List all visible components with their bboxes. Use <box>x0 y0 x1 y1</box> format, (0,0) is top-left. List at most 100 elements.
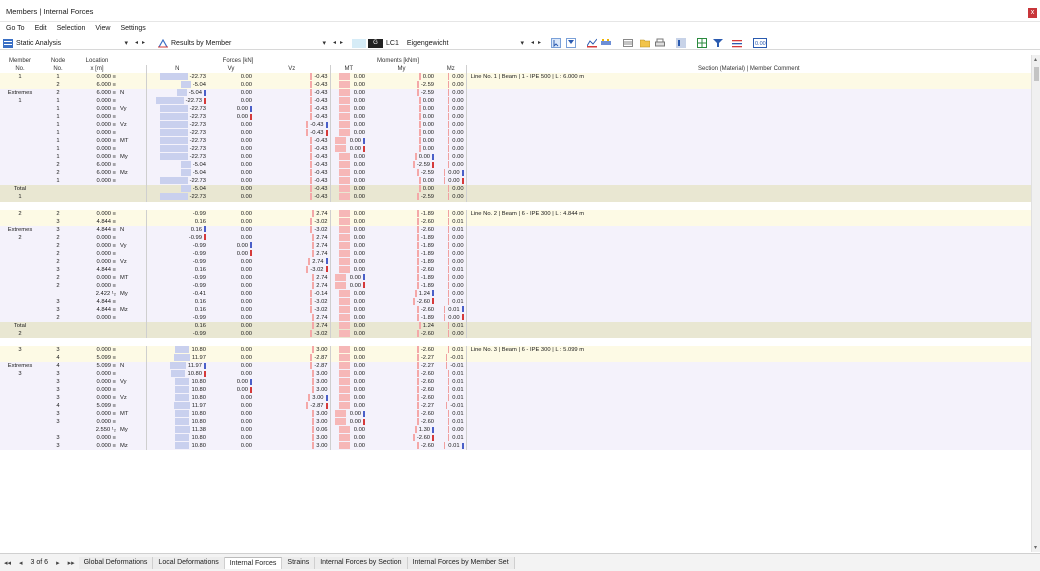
node-no-cell[interactable]: 1 <box>40 73 76 82</box>
node-no-cell[interactable]: 1 <box>40 105 76 114</box>
my-cell[interactable]: 0.00 <box>367 105 437 114</box>
scroll-thumb[interactable] <box>1034 67 1039 81</box>
table-row[interactable]: 4 5.099 ≡ 11.97 0.00 -2.87 0.00 -2.27 -0.01 <box>0 354 1031 363</box>
member-no-cell[interactable]: Total <box>0 321 40 330</box>
mz-cell[interactable]: 0.01 <box>436 418 467 427</box>
n-cell[interactable]: 11.38 <box>145 426 208 435</box>
mz-cell[interactable]: 0.00 <box>436 273 467 282</box>
vy-cell[interactable]: 0.00 <box>208 394 254 403</box>
table-row[interactable]: 1 0.000 ≡ Vz -22.73 0.00 -0.43 0.00 0.00 0.00 <box>0 121 1031 130</box>
member-no-cell[interactable] <box>0 305 40 314</box>
node-no-cell[interactable]: 3 <box>40 370 76 379</box>
table-row[interactable]: 2.422 ¹₂ My -0.41 0.00 -0.14 0.00 1.24 0.00 <box>0 289 1031 298</box>
comment-cell[interactable] <box>465 265 1031 274</box>
location-cell[interactable]: 4.844 ≡ <box>76 225 118 234</box>
location-cell[interactable]: 0.000 ≡ <box>76 209 118 218</box>
mz-cell[interactable]: 0.01 <box>436 217 467 226</box>
mt-cell[interactable]: 0.00 <box>329 193 368 202</box>
vz-cell[interactable]: -3.02 <box>254 217 331 226</box>
comment-cell[interactable] <box>465 129 1031 138</box>
header-vz[interactable]: Vz <box>254 65 331 73</box>
node-no-cell[interactable]: 3 <box>40 434 76 443</box>
location-cell[interactable]: 0.000 ≡ <box>76 394 118 403</box>
n-cell[interactable]: 0.16 <box>145 217 208 226</box>
grid-settings-icon[interactable] <box>697 38 707 48</box>
next-analysis-button[interactable]: ▸ <box>142 39 145 46</box>
mz-cell[interactable]: 0.00 <box>436 241 467 250</box>
location-cell[interactable]: 6.000 ≡ <box>76 81 118 90</box>
mt-cell[interactable]: 0.00 <box>329 289 368 298</box>
node-no-cell[interactable]: 3 <box>40 346 76 355</box>
mt-cell[interactable]: 0.00 <box>329 410 368 419</box>
mt-cell[interactable]: 0.00 <box>329 426 368 435</box>
comment-cell[interactable] <box>465 402 1031 411</box>
location-cell[interactable]: 0.000 ≡ <box>76 257 118 266</box>
vz-cell[interactable]: -0.43 <box>254 137 331 146</box>
member-no-cell[interactable] <box>0 217 40 226</box>
n-cell[interactable]: -22.73 <box>145 73 208 82</box>
member-no-cell[interactable]: Extremes <box>0 225 40 234</box>
n-cell[interactable]: -22.73 <box>145 105 208 114</box>
analysis-type-select[interactable]: Static Analysis ▾ <box>3 37 128 49</box>
mz-cell[interactable]: 0.00 <box>436 97 467 106</box>
mz-cell[interactable]: 0.00 <box>436 313 467 322</box>
node-no-cell[interactable]: 3 <box>40 378 76 387</box>
member-no-cell[interactable] <box>0 249 40 258</box>
menu-settings[interactable]: Settings <box>114 22 149 35</box>
vy-cell[interactable]: 0.00 <box>208 402 254 411</box>
header-mz[interactable]: Mz <box>436 65 467 73</box>
vy-cell[interactable]: 0.00 <box>208 145 254 154</box>
my-cell[interactable]: -2.60 <box>367 217 437 226</box>
node-no-cell[interactable]: 2 <box>40 89 76 98</box>
mz-cell[interactable]: 0.00 <box>436 281 467 290</box>
vz-cell[interactable]: -0.43 <box>254 89 331 98</box>
node-no-cell[interactable]: 2 <box>40 169 76 178</box>
comment-cell[interactable] <box>465 289 1031 298</box>
total-row[interactable]: Total -5.04 0.00 -0.43 0.00 0.00 0.00 <box>0 185 1031 194</box>
table-row[interactable]: 3 4.844 ≡ Mz 0.16 0.00 -3.02 0.00 -2.60 0.01 <box>0 305 1031 314</box>
mt-cell[interactable]: 0.00 <box>329 121 368 130</box>
my-cell[interactable]: 1.24 <box>367 321 437 330</box>
vz-cell[interactable]: 2.74 <box>254 257 331 266</box>
mt-cell[interactable]: 0.00 <box>329 209 368 218</box>
show-result-icon[interactable] <box>587 38 597 48</box>
member-no-cell[interactable] <box>0 153 40 162</box>
my-cell[interactable]: 0.00 <box>367 113 437 122</box>
node-no-cell[interactable]: 4 <box>40 402 76 411</box>
table-row[interactable]: Extremes 4 5.099 ≡ N 11.97 0.00 -2.87 0.00 -2.27… <box>0 362 1031 371</box>
vz-cell[interactable]: -0.43 <box>254 193 331 202</box>
total-row[interactable]: 1 -22.73 0.00 -0.43 0.00 -2.59 0.00 <box>0 193 1031 202</box>
mz-cell[interactable]: 0.00 <box>436 249 467 258</box>
my-cell[interactable]: 0.00 <box>367 145 437 154</box>
next-results-button[interactable]: ▸ <box>340 39 343 46</box>
table-row[interactable]: 1 1 0.000 ≡ -22.73 0.00 -0.43 0.00 0.00 0.00 <box>0 97 1031 106</box>
node-no-cell[interactable]: 3 <box>40 442 76 451</box>
my-cell[interactable]: 0.00 <box>367 137 437 146</box>
mt-cell[interactable]: 0.00 <box>329 257 368 266</box>
vz-cell[interactable]: 3.00 <box>254 346 331 355</box>
vy-cell[interactable]: 0.00 <box>208 442 254 451</box>
member-no-cell[interactable]: 3 <box>0 370 40 379</box>
node-no-cell[interactable]: 1 <box>40 129 76 138</box>
vz-cell[interactable]: -0.43 <box>254 153 331 162</box>
comment-cell[interactable] <box>465 193 1031 202</box>
member-no-cell[interactable] <box>0 257 40 266</box>
first-page-icon[interactable]: ◂◂ <box>0 559 15 567</box>
header-location-unit[interactable]: x [m] <box>76 65 118 73</box>
last-page-icon[interactable]: ▸▸ <box>64 559 79 567</box>
n-cell[interactable]: -0.99 <box>145 273 208 282</box>
n-cell[interactable]: -22.73 <box>145 137 208 146</box>
vy-cell[interactable]: 0.00 <box>208 305 254 314</box>
comment-cell[interactable] <box>465 153 1031 162</box>
mt-cell[interactable]: 0.00 <box>329 354 368 363</box>
vz-cell[interactable]: 0.06 <box>254 426 331 435</box>
member-no-cell[interactable] <box>0 410 40 419</box>
mz-cell[interactable]: 0.00 <box>436 145 467 154</box>
mt-cell[interactable]: 0.00 <box>329 129 368 138</box>
comment-cell[interactable] <box>465 354 1031 363</box>
member-no-cell[interactable]: 1 <box>0 193 40 202</box>
node-no-cell[interactable]: 2 <box>40 209 76 218</box>
n-cell[interactable]: -0.99 <box>145 233 208 242</box>
n-cell[interactable]: 10.80 <box>145 442 208 451</box>
mt-cell[interactable]: 0.00 <box>329 185 368 194</box>
